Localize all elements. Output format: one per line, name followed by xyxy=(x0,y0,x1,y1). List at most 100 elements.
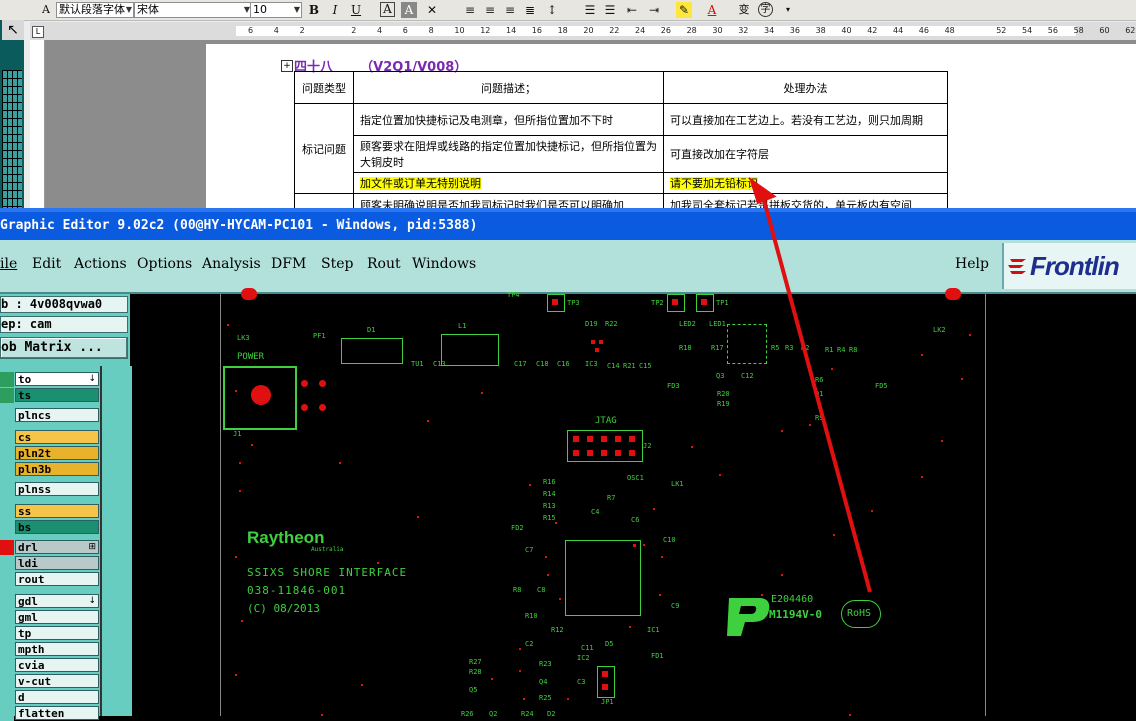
menu-file[interactable]: ile xyxy=(0,256,17,272)
layer-name[interactable]: pln3b xyxy=(15,462,99,476)
menu-help[interactable]: Help xyxy=(955,256,989,272)
menu-windows[interactable]: Windows xyxy=(412,256,476,272)
layer-row[interactable]: d xyxy=(0,690,100,705)
highlight-icon[interactable]: ✎ xyxy=(676,2,692,18)
menu-step[interactable]: Step xyxy=(321,256,353,272)
font-combo[interactable]: 宋体 ▼ xyxy=(134,2,252,18)
bold-button[interactable]: B xyxy=(306,2,322,18)
tab-selector-icon[interactable]: L xyxy=(32,26,44,38)
layer-name[interactable]: plncs xyxy=(15,408,99,422)
layer-color-swatch[interactable] xyxy=(0,430,14,445)
phonetic-guide-button[interactable]: 变 xyxy=(736,2,752,18)
align-right-icon[interactable]: ≡ xyxy=(502,2,518,18)
job-name-field[interactable]: b : 4v008qvwa0 xyxy=(0,296,128,313)
layer-name[interactable]: pln2t xyxy=(15,446,99,460)
character-shading-button[interactable]: A xyxy=(401,2,417,18)
align-center-icon[interactable]: ≡ xyxy=(482,2,498,18)
layer-color-swatch[interactable] xyxy=(0,556,14,571)
pcb-canvas[interactable]: TP3 TP2 TP1 TP4 LK3 POWER J1 PF1 D1 L1 T… xyxy=(220,288,986,718)
line-spacing-icon[interactable]: ↕ xyxy=(544,2,560,18)
layer-name[interactable]: ss xyxy=(15,504,99,518)
job-matrix-button[interactable]: ob Matrix ... xyxy=(0,337,128,359)
menu-dfm[interactable]: DFM xyxy=(271,256,306,272)
layer-color-swatch[interactable] xyxy=(0,540,14,555)
style-icon[interactable]: A xyxy=(38,2,54,18)
vertical-ruler[interactable] xyxy=(30,40,45,208)
layer-name[interactable]: flatten xyxy=(15,706,99,720)
layer-row[interactable]: rout xyxy=(0,572,100,587)
layer-name[interactable]: mpth xyxy=(15,642,99,656)
pointer-icon[interactable]: ↖ xyxy=(2,20,24,40)
layer-color-swatch[interactable] xyxy=(0,520,14,535)
bullets-icon[interactable]: ☰ xyxy=(602,2,618,18)
menu-analysis[interactable]: Analysis xyxy=(202,256,261,272)
numbering-icon[interactable]: ☰ xyxy=(582,2,598,18)
horizontal-ruler[interactable]: 6 4 2 2 4 6 8 10 12 14 16 18 20 22 24 26 28 30 32 34 36 38 40 4… xyxy=(30,22,1136,41)
layer-color-swatch[interactable] xyxy=(0,572,14,587)
layer-color-swatch[interactable] xyxy=(0,610,14,625)
menu-edit[interactable]: Edit xyxy=(32,256,61,272)
layer-row[interactable]: cvia xyxy=(0,658,100,673)
layer-name[interactable]: to xyxy=(15,372,99,386)
layer-row[interactable]: drl ⊞ xyxy=(0,540,100,555)
italic-button[interactable]: I xyxy=(327,2,343,18)
character-scale-icon[interactable]: ✕ xyxy=(424,2,440,18)
layer-color-swatch[interactable] xyxy=(0,626,14,641)
layer-row[interactable]: ldi xyxy=(0,556,100,571)
font-size-combo[interactable]: 10 ▼ xyxy=(250,2,302,18)
layer-name[interactable]: cvia xyxy=(15,658,99,672)
layer-row[interactable]: plnss xyxy=(0,482,100,497)
align-left-icon[interactable]: ≡ xyxy=(462,2,478,18)
layer-color-swatch[interactable] xyxy=(0,594,14,609)
layer-name[interactable]: gml xyxy=(15,610,99,624)
layer-row[interactable]: to ↓ xyxy=(0,372,100,387)
layer-name[interactable]: bs xyxy=(15,520,99,534)
layer-color-swatch[interactable] xyxy=(0,446,14,461)
step-name-field[interactable]: ep: cam xyxy=(0,316,128,333)
layer-row[interactable]: mpth xyxy=(0,642,100,657)
toolbar-options-icon[interactable]: ▾ xyxy=(780,2,796,18)
menu-options[interactable]: Options xyxy=(137,256,192,272)
layer-color-swatch[interactable] xyxy=(0,706,14,721)
layer-row[interactable]: plncs xyxy=(0,408,100,423)
menu-rout[interactable]: Rout xyxy=(367,256,401,272)
layer-row[interactable]: tp xyxy=(0,626,100,641)
layer-row[interactable]: cs xyxy=(0,430,100,445)
layer-color-swatch[interactable] xyxy=(0,690,14,705)
character-border-button[interactable]: A xyxy=(380,2,395,17)
layer-row[interactable]: v-cut xyxy=(0,674,100,689)
underline-button[interactable]: U xyxy=(348,2,364,18)
style-combo[interactable]: 默认段落字体 ▼ xyxy=(56,2,134,18)
layer-color-swatch[interactable] xyxy=(0,388,14,403)
layer-row[interactable]: pln2t xyxy=(0,446,100,461)
layer-row[interactable]: flatten xyxy=(0,706,100,721)
layer-color-swatch[interactable] xyxy=(0,674,14,689)
layer-color-swatch[interactable] xyxy=(0,462,14,477)
layer-row[interactable]: ts xyxy=(0,388,100,403)
layer-color-swatch[interactable] xyxy=(0,372,14,387)
table-move-handle-icon[interactable]: + xyxy=(281,60,293,72)
layer-name[interactable]: rout xyxy=(15,572,99,586)
justify-icon[interactable]: ≣ xyxy=(522,2,538,18)
layer-name[interactable]: drl xyxy=(15,540,99,554)
layer-row[interactable]: ss xyxy=(0,504,100,519)
layer-name[interactable]: ts xyxy=(15,388,99,402)
layer-name[interactable]: plnss xyxy=(15,482,99,496)
layer-scrollbar[interactable] xyxy=(100,366,132,716)
increase-indent-icon[interactable]: ⇥ xyxy=(646,2,662,18)
cam-title-bar[interactable]: Graphic Editor 9.02c2 (00@HY-HYCAM-PC101… xyxy=(0,208,1136,240)
layer-name[interactable]: v-cut xyxy=(15,674,99,688)
layer-name[interactable]: cs xyxy=(15,430,99,444)
layer-color-swatch[interactable] xyxy=(0,642,14,657)
decrease-indent-icon[interactable]: ⇤ xyxy=(624,2,640,18)
layer-name[interactable]: gdl xyxy=(15,594,99,608)
layer-color-swatch[interactable] xyxy=(0,658,14,673)
layer-color-swatch[interactable] xyxy=(0,504,14,519)
layer-row[interactable]: pln3b xyxy=(0,462,100,477)
font-color-button[interactable]: A xyxy=(704,2,720,18)
menu-actions[interactable]: Actions xyxy=(74,256,127,272)
layer-name[interactable]: tp xyxy=(15,626,99,640)
layer-color-swatch[interactable] xyxy=(0,482,14,497)
layer-row[interactable]: gdl ↓ xyxy=(0,594,100,609)
layer-color-swatch[interactable] xyxy=(0,408,14,423)
